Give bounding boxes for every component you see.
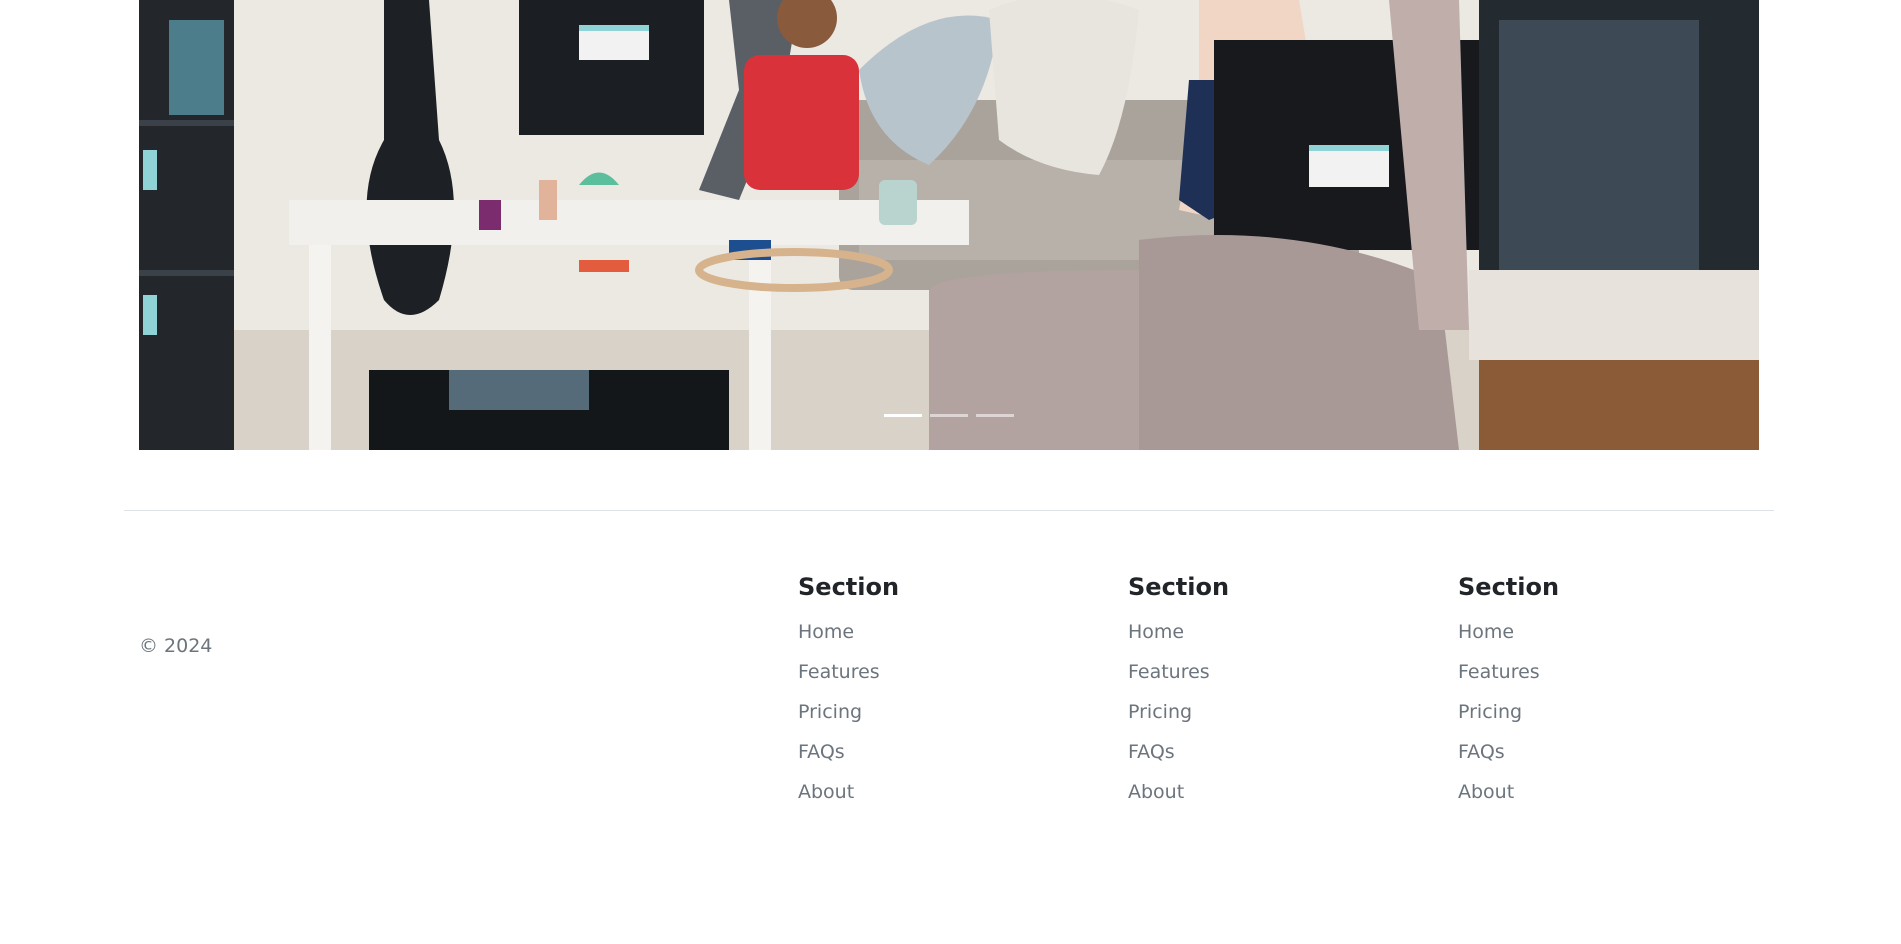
- hero-carousel[interactable]: [139, 0, 1759, 450]
- footer-link-about[interactable]: About: [798, 781, 854, 803]
- footer-section-title: Section: [798, 573, 900, 601]
- footer-link-about[interactable]: About: [1458, 781, 1514, 803]
- footer-link-list: Home Features Pricing FAQs About: [1458, 612, 1758, 812]
- footer-divider: [124, 510, 1774, 511]
- footer-link-about[interactable]: About: [1128, 781, 1184, 803]
- footer-section-title: Section: [1458, 573, 1560, 601]
- footer-link-pricing[interactable]: Pricing: [798, 701, 862, 723]
- footer-link-features[interactable]: Features: [1458, 661, 1540, 683]
- footer-link-faqs[interactable]: FAQs: [1458, 741, 1505, 763]
- footer-link-home[interactable]: Home: [1458, 621, 1514, 643]
- footer-link-features[interactable]: Features: [1128, 661, 1210, 683]
- footer-section-2: Section Home Features Pricing FAQs About: [1128, 570, 1428, 812]
- footer-link-home[interactable]: Home: [798, 621, 854, 643]
- carousel-indicator-3[interactable]: [976, 414, 1014, 417]
- footer-link-list: Home Features Pricing FAQs About: [1128, 612, 1428, 812]
- footer-link-list: Home Features Pricing FAQs About: [798, 612, 1098, 812]
- footer-link-home[interactable]: Home: [1128, 621, 1184, 643]
- footer-link-features[interactable]: Features: [798, 661, 880, 683]
- carousel-slide-image: [139, 0, 1759, 450]
- page: © 2024 Section Home Features Pricing FAQ…: [0, 0, 1901, 944]
- footer-link-faqs[interactable]: FAQs: [1128, 741, 1175, 763]
- carousel-indicator-2[interactable]: [930, 414, 968, 417]
- footer-link-pricing[interactable]: Pricing: [1458, 701, 1522, 723]
- footer-section-1: Section Home Features Pricing FAQs About: [798, 570, 1098, 812]
- footer-section-title: Section: [1128, 573, 1230, 601]
- footer-link-pricing[interactable]: Pricing: [1128, 701, 1192, 723]
- carousel-indicator-1[interactable]: [884, 414, 922, 417]
- footer-link-faqs[interactable]: FAQs: [798, 741, 845, 763]
- carousel-indicators: [139, 413, 1759, 419]
- footer-section-3: Section Home Features Pricing FAQs About: [1458, 570, 1758, 812]
- copyright-text: © 2024: [139, 635, 213, 657]
